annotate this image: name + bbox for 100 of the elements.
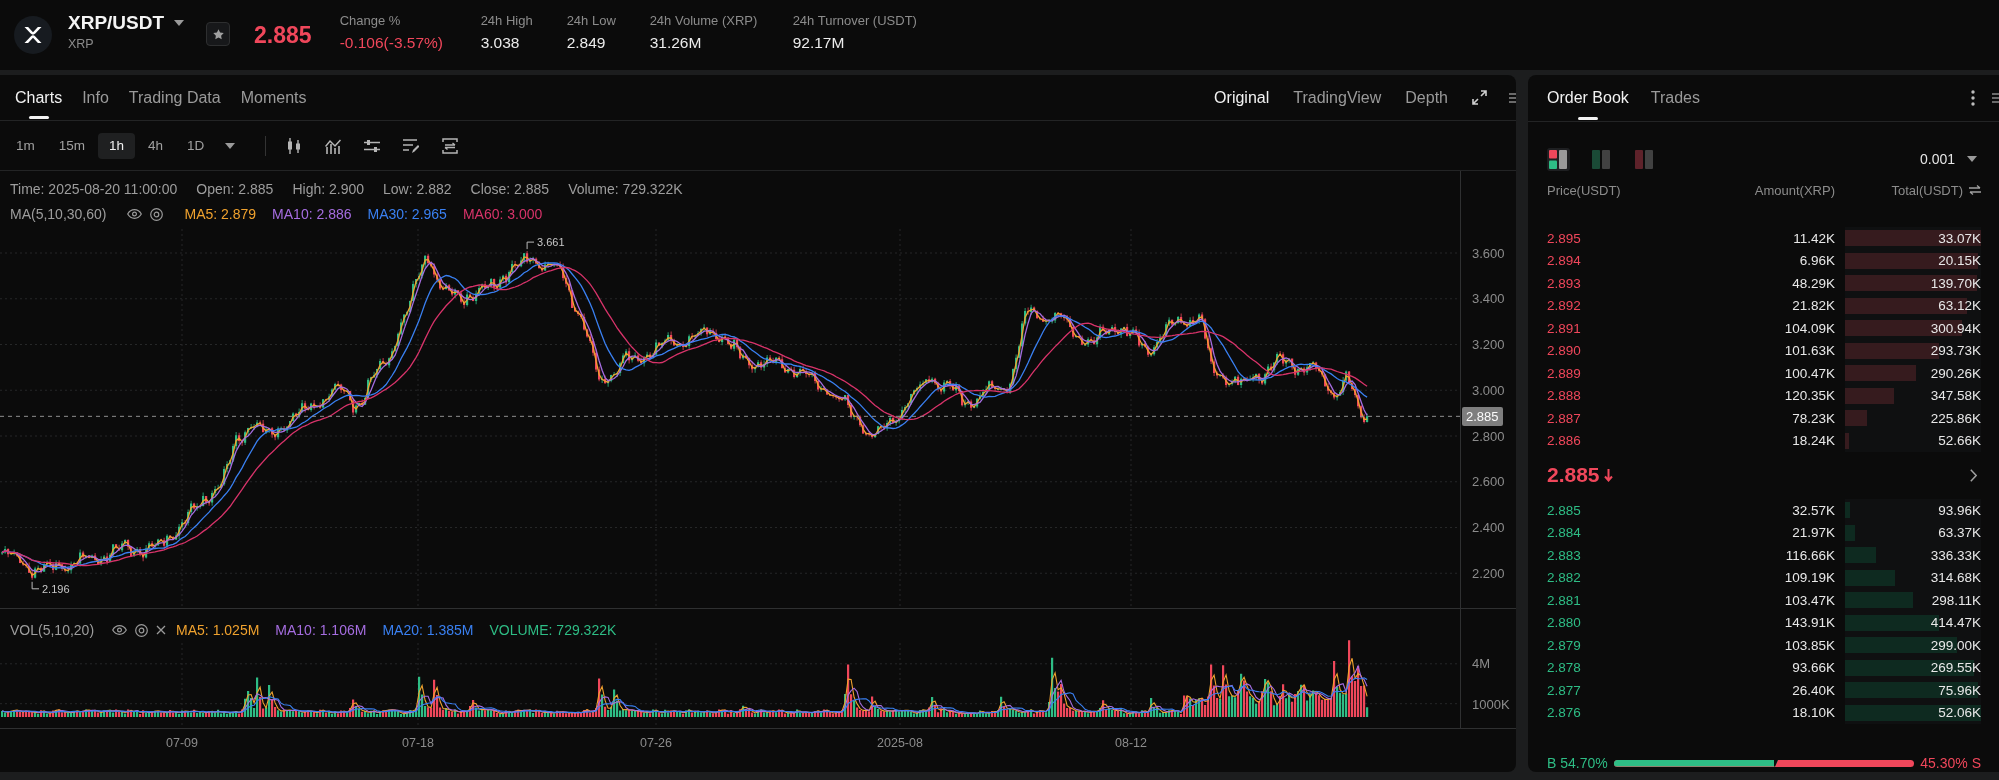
tab[interactable]: Order Book	[1547, 75, 1629, 121]
order-amount: 18.24K	[1792, 433, 1835, 449]
order-price: 2.893	[1547, 275, 1582, 291]
tab[interactable]: Trades	[1650, 75, 1700, 121]
tab[interactable]: Moments	[240, 75, 307, 120]
swap-arrows-icon[interactable]	[1969, 185, 1981, 195]
sell-ratio: 45.30% S	[1920, 755, 1981, 771]
price-axis-label: 2.800	[1472, 428, 1505, 444]
eye-icon[interactable]	[112, 625, 128, 635]
interval-button[interactable]: 15m	[47, 132, 97, 159]
order-amount: 93.66K	[1792, 660, 1835, 676]
order-total: 20.15K	[1938, 253, 1981, 269]
stat-value: 92.17M	[792, 33, 846, 52]
stat-label: 24h Turnover (USDT)	[792, 12, 917, 28]
pair-selector[interactable]: XRP/USDT	[68, 12, 185, 34]
ohlc-value: Close: 2.885	[470, 181, 550, 197]
order-price: 2.895	[1547, 230, 1582, 246]
interval-button[interactable]: 4h	[137, 132, 175, 159]
price-axis-label: 3.000	[1472, 382, 1505, 398]
indicator-value: MA5: 1.025M	[176, 622, 260, 638]
low-price-label: 2.196	[42, 582, 70, 595]
stat-value: 3.038	[480, 33, 521, 52]
volume-axis-label: 4M	[1472, 655, 1491, 671]
sliders-icon[interactable]	[364, 137, 381, 154]
order-total: 298.11K	[1931, 592, 1981, 608]
date-axis-label: 08-12	[1115, 736, 1147, 750]
indicator-value: MA10: 1.106M	[275, 622, 367, 638]
order-total: 299.00K	[1930, 637, 1981, 653]
order-price: 2.885	[1547, 502, 1582, 518]
chevron-right-icon[interactable]	[1970, 468, 1977, 482]
order-total: 75.96K	[1938, 682, 1981, 698]
order-price: 2.879	[1547, 637, 1582, 653]
order-total: 293.73K	[1930, 343, 1981, 359]
price-axis-label: 3.200	[1472, 337, 1505, 352]
favorite-button[interactable]	[206, 22, 231, 46]
order-price: 2.894	[1547, 253, 1582, 269]
order-amount: 109.19K	[1784, 570, 1835, 586]
candlestick-icon[interactable]	[286, 137, 303, 154]
interval-button[interactable]: 1m	[5, 132, 46, 159]
order-amount: 11.42K	[1793, 230, 1835, 246]
order-total: 290.26K	[1930, 365, 1981, 381]
buy-ratio: B 54.70%	[1547, 755, 1608, 771]
interval-button[interactable]: 1h	[98, 132, 136, 159]
stat-label: Change %	[339, 12, 402, 28]
ohlc-value: Low: 2.882	[383, 181, 452, 197]
indicator-title: VOL(5,10,20)	[10, 622, 95, 638]
order-total: 347.58K	[1930, 388, 1981, 404]
drag-handle-icon[interactable]	[1992, 93, 1999, 103]
order-amount: 143.91K	[1784, 615, 1835, 631]
order-total: 63.12K	[1938, 298, 1981, 314]
order-price: 2.877	[1547, 682, 1582, 698]
leader-line	[31, 581, 40, 590]
bar-line-chart-icon[interactable]	[325, 137, 342, 154]
order-amount: 18.10K	[1792, 705, 1835, 721]
indicator-value: MA30: 2.965	[367, 206, 447, 222]
view-tab[interactable]: Depth	[1405, 75, 1448, 120]
expand-icon[interactable]	[1472, 90, 1487, 105]
order-price: 2.881	[1547, 592, 1582, 608]
last-price-tag: 2.885	[1462, 406, 1503, 426]
order-amount: 32.57K	[1792, 502, 1835, 518]
order-amount: 21.97K	[1792, 525, 1835, 541]
order-price: 2.882	[1547, 570, 1582, 586]
precision-selector[interactable]: 0.001	[1919, 151, 1977, 167]
view-tab[interactable]: TradingView	[1293, 75, 1382, 120]
indicator-value: VOLUME: 729.322K	[489, 622, 617, 638]
order-total: 314.68K	[1930, 570, 1981, 586]
caret-icon[interactable]	[225, 142, 236, 149]
high-price-label: 3.661	[537, 236, 565, 249]
leader-line	[526, 241, 535, 250]
indicator-title: MA(5,10,30,60)	[10, 206, 107, 222]
ohlc-value: High: 2.900	[292, 181, 364, 197]
order-price: 2.888	[1547, 388, 1582, 404]
more-options-icon[interactable]	[1971, 90, 1975, 106]
settings-icon[interactable]	[149, 207, 163, 221]
eye-icon[interactable]	[126, 209, 142, 219]
ohlc-value: Time: 2025-08-20 11:00:00	[10, 181, 178, 197]
order-price: 2.886	[1547, 433, 1582, 449]
tab[interactable]: Info	[82, 75, 109, 120]
order-amount: 116.66K	[1785, 547, 1835, 563]
order-price: 2.889	[1547, 365, 1582, 381]
date-axis-label: 07-09	[166, 736, 198, 750]
order-price: 2.884	[1547, 525, 1582, 541]
arrows-frame-icon[interactable]	[442, 137, 459, 154]
close-icon[interactable]	[156, 625, 167, 635]
price-axis-label: 3.400	[1472, 291, 1505, 307]
tab[interactable]: Trading Data	[128, 75, 221, 120]
order-total: 300.94K	[1930, 320, 1981, 336]
drag-handle-icon[interactable]	[1509, 92, 1516, 103]
tab[interactable]: Charts	[15, 75, 63, 120]
interval-button[interactable]: 1D	[176, 132, 216, 159]
view-tab[interactable]: Original	[1214, 75, 1270, 120]
order-amount: 100.47K	[1784, 365, 1835, 381]
book-view-button[interactable]	[1547, 147, 1570, 171]
order-amount: 26.40K	[1792, 682, 1835, 698]
settings-icon[interactable]	[135, 623, 149, 637]
stat-value: 2.849	[566, 33, 607, 52]
stat-label: 24h High	[480, 12, 534, 28]
indicator-value: MA60: 3.000	[462, 206, 543, 222]
order-total: 93.96K	[1938, 502, 1981, 518]
lines-pencil-icon[interactable]	[403, 137, 420, 154]
